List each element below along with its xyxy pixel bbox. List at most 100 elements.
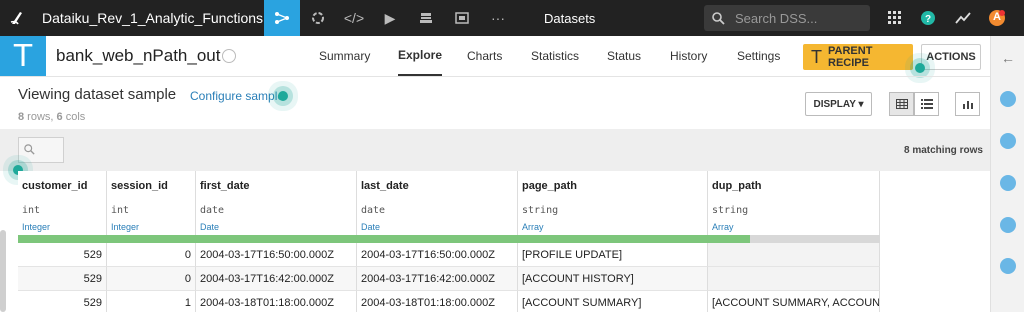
table-cell[interactable] [708, 243, 880, 267]
table-cell[interactable]: 529 [18, 267, 107, 291]
scrollbar[interactable] [0, 230, 6, 312]
apps-grid-icon[interactable] [886, 9, 904, 27]
table-cell[interactable]: 2004-03-17T16:50:00.000Z [357, 243, 518, 267]
tab-summary[interactable]: Summary [319, 36, 370, 76]
table-cell[interactable]: 529 [18, 243, 107, 267]
column-type: int [111, 205, 130, 216]
hotspot-marker [915, 63, 925, 73]
column-header-customer-id[interactable]: customer_id int Integer [18, 171, 107, 235]
parent-recipe-button[interactable]: T PARENT RECIPE [803, 44, 913, 70]
table-cell[interactable]: [ACCOUNT SUMMARY, ACCOUNT… [708, 291, 880, 312]
search-icon [24, 144, 35, 155]
column-type: date [361, 205, 386, 216]
column-header-dup-path[interactable]: dup_path string Array [708, 171, 880, 235]
help-icon[interactable]: ? [919, 9, 937, 27]
project-name[interactable]: Dataiku_Rev_1_Analytic_Functions [42, 10, 264, 26]
column-type: string [522, 205, 559, 216]
parent-recipe-label: PARENT RECIPE [828, 45, 873, 69]
tab-status[interactable]: Status [607, 36, 641, 76]
sample-title: Viewing dataset sample [18, 86, 177, 103]
search-placeholder: Search DSS... [735, 10, 818, 26]
svg-text:?: ? [925, 14, 931, 25]
filter-bar [0, 129, 990, 171]
column-meaning[interactable]: Array [522, 222, 544, 232]
add-icon[interactable] [1000, 91, 1016, 107]
column-name: first_date [200, 180, 250, 192]
column-meaning[interactable]: Integer [111, 222, 139, 232]
cols-label: cols [62, 111, 86, 123]
table-cell[interactable]: 2004-03-18T01:18:00.000Z [357, 291, 518, 312]
avatar-letter: A [993, 11, 1001, 23]
dataiku-logo-icon[interactable] [0, 0, 34, 36]
column-type: string [712, 205, 749, 216]
recipe-type-icon: T [811, 46, 822, 67]
dataset-counts: 8 rows, 6 cols [18, 111, 85, 123]
dashboard-icon[interactable] [444, 0, 480, 36]
deploy-icon[interactable] [408, 0, 444, 36]
dataset-name: bank_web_nPath_out [56, 46, 221, 65]
column-meaning[interactable]: Date [200, 222, 219, 232]
column-name: dup_path [712, 180, 762, 192]
filter-search-input[interactable] [18, 137, 64, 163]
table-cell[interactable]: 0 [107, 267, 196, 291]
header-divider [0, 76, 990, 77]
column-name: session_id [111, 180, 168, 192]
tab-explore[interactable]: Explore [398, 36, 443, 76]
actions-button[interactable]: ACTIONS [921, 44, 981, 70]
column-name: customer_id [22, 180, 88, 192]
chart-view-icon[interactable] [955, 92, 980, 116]
hotspot-marker [278, 91, 288, 101]
current-section[interactable]: Datasets [544, 11, 595, 26]
lab-icon[interactable] [1000, 258, 1016, 274]
column-meaning[interactable]: Date [361, 222, 380, 232]
matching-rows-count: 8 matching rows [904, 145, 983, 156]
table-cell[interactable]: 2004-03-17T16:50:00.000Z [196, 243, 357, 267]
tab-charts[interactable]: Charts [467, 36, 502, 76]
table-cell[interactable]: [ACCOUNT SUMMARY] [518, 291, 708, 312]
column-header-session-id[interactable]: session_id int Integer [107, 171, 196, 235]
column-type: int [22, 205, 41, 216]
column-meaning[interactable]: Integer [22, 222, 50, 232]
recipes-icon[interactable] [300, 0, 336, 36]
back-arrow-icon[interactable]: ← [1001, 50, 1015, 66]
info-icon[interactable] [1000, 133, 1016, 149]
top-navbar: Dataiku_Rev_1_Analytic_Functions </> ▶ ·… [0, 0, 1024, 36]
table-cell[interactable]: 0 [107, 243, 196, 267]
validity-bar-empty [750, 235, 880, 243]
activity-trend-icon[interactable] [954, 9, 972, 27]
column-meaning[interactable]: Array [712, 222, 734, 232]
table-cell[interactable]: 2004-03-17T16:42:00.000Z [196, 267, 357, 291]
configure-sample-link[interactable]: Configure sample [190, 89, 284, 103]
table-cell[interactable]: 529 [18, 291, 107, 312]
user-avatar[interactable]: A [988, 9, 1006, 27]
table-cell[interactable] [708, 267, 880, 291]
table-cell[interactable]: [ACCOUNT HISTORY] [518, 267, 708, 291]
dataset-type-icon: T [0, 36, 46, 76]
column-name: last_date [361, 180, 409, 192]
right-sidebar: ← [990, 36, 1024, 312]
discussion-icon[interactable] [1000, 175, 1016, 191]
table-cell[interactable]: [PROFILE UPDATE] [518, 243, 708, 267]
table-cell[interactable]: 2004-03-18T01:18:00.000Z [196, 291, 357, 312]
table-cell[interactable]: 1 [107, 291, 196, 312]
table-cell[interactable]: 2004-03-17T16:42:00.000Z [357, 267, 518, 291]
list-view-icon[interactable] [914, 92, 939, 116]
tab-statistics[interactable]: Statistics [531, 36, 579, 76]
search-input[interactable]: Search DSS... [704, 5, 870, 31]
search-icon [712, 11, 725, 25]
timeline-icon[interactable] [1000, 217, 1016, 233]
display-dropdown[interactable]: DISPLAY ▾ [805, 92, 872, 116]
column-name: page_path [522, 180, 578, 192]
tab-history[interactable]: History [670, 36, 707, 76]
tab-settings[interactable]: Settings [737, 36, 780, 76]
column-header-first-date[interactable]: first_date date Date [196, 171, 357, 235]
edit-name-icon[interactable] [222, 49, 236, 63]
column-header-last-date[interactable]: last_date date Date [357, 171, 518, 235]
column-header-page-path[interactable]: page_path string Array [518, 171, 708, 235]
table-view-icon[interactable] [889, 92, 914, 116]
code-icon[interactable]: </> [336, 0, 372, 36]
run-icon[interactable]: ▶ [372, 0, 408, 36]
more-icon[interactable]: ··· [480, 0, 516, 36]
rows-label: rows, [24, 111, 54, 123]
flow-icon[interactable] [264, 0, 300, 36]
